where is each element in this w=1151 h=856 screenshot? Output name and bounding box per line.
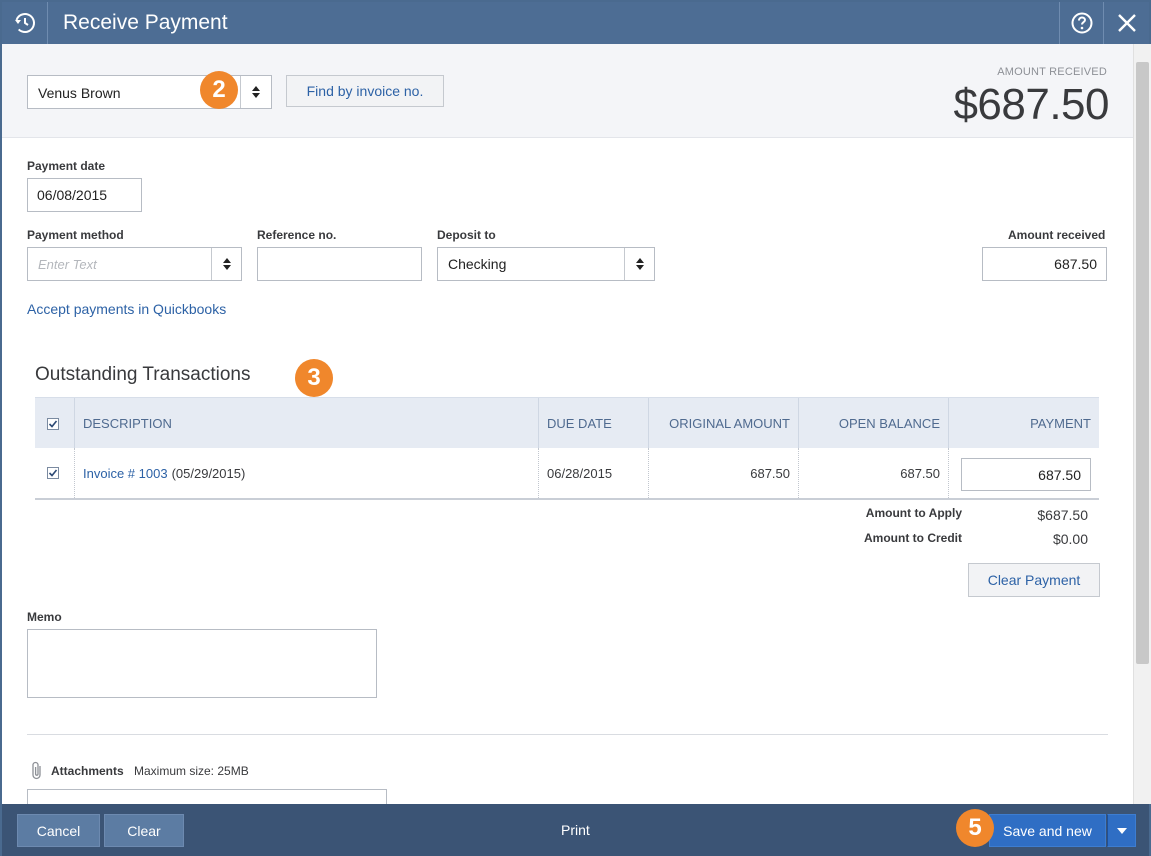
- column-header-open-balance[interactable]: OPEN BALANCE: [799, 398, 940, 449]
- receive-payment-window: Receive Payment Venus Brown Find by invo…: [0, 0, 1151, 856]
- help-icon[interactable]: [1059, 2, 1104, 44]
- payment-method-dropdown[interactable]: Enter Text: [27, 247, 242, 281]
- clear-button[interactable]: Clear: [104, 814, 184, 847]
- updown-arrow-icon[interactable]: [240, 76, 271, 108]
- amount-to-credit-value: $0.00: [1052, 531, 1088, 547]
- save-and-new-button[interactable]: Save and new: [989, 814, 1106, 847]
- invoice-date: (05/29/2015): [171, 465, 246, 481]
- invoice-link[interactable]: Invoice # 1003: [83, 466, 168, 481]
- clear-payment-button[interactable]: Clear Payment: [968, 563, 1100, 597]
- attachments-max-size: Maximum size: 25MB: [134, 764, 249, 778]
- column-divider: [74, 398, 75, 449]
- open-balance-cell: 687.50: [900, 465, 940, 481]
- scroll-thumb[interactable]: [1136, 62, 1149, 664]
- print-button[interactable]: Print: [561, 822, 590, 838]
- step-badge-5: 5: [956, 809, 994, 847]
- window-title: Receive Payment: [63, 11, 228, 34]
- payment-input[interactable]: 687.50: [961, 458, 1091, 491]
- history-icon[interactable]: [2, 2, 48, 44]
- memo-label: Memo: [27, 610, 62, 624]
- column-header-description[interactable]: DESCRIPTION: [83, 398, 172, 449]
- row-checkbox[interactable]: [47, 448, 61, 498]
- column-header-due-date[interactable]: DUE DATE: [547, 398, 612, 449]
- updown-arrow-icon[interactable]: [211, 248, 241, 280]
- amount-received-field-label: Amount received: [1008, 228, 1106, 242]
- step-badge-2: 2: [200, 71, 238, 109]
- amount-to-apply-label: Amount to Apply: [865, 506, 962, 520]
- due-date-cell: 06/28/2015: [547, 465, 613, 481]
- payment-date-label: Payment date: [27, 159, 106, 173]
- payment-date-input[interactable]: 06/08/2015: [27, 178, 142, 212]
- amount-to-apply-value: $687.50: [1037, 507, 1088, 523]
- payment-method-label: Payment method: [27, 228, 124, 242]
- vertical-scrollbar[interactable]: [1133, 44, 1151, 804]
- column-divider: [74, 448, 75, 498]
- amount-received-total: $687.50: [953, 80, 1109, 129]
- select-all-checkbox[interactable]: [47, 398, 61, 449]
- caret-down-icon: [1116, 827, 1127, 834]
- column-divider: [538, 448, 539, 498]
- table-row: Invoice # 1003 (05/29/2015) 06/28/2015 6…: [35, 448, 1099, 500]
- outstanding-transactions-title: Outstanding Transactions: [35, 364, 251, 385]
- attachments-label: Attachments: [51, 764, 124, 778]
- accept-payments-link[interactable]: Accept payments in Quickbooks: [27, 301, 226, 317]
- updown-arrow-icon[interactable]: [624, 248, 654, 280]
- deposit-to-value: Checking: [448, 256, 507, 272]
- close-icon[interactable]: [1105, 2, 1149, 44]
- save-options-dropdown[interactable]: [1107, 814, 1136, 847]
- amount-to-credit-label: Amount to Credit: [864, 531, 962, 545]
- reference-label: Reference no.: [257, 228, 337, 242]
- table-header: DESCRIPTION DUE DATE ORIGINAL AMOUNT OPE…: [35, 397, 1099, 449]
- amount-received-input[interactable]: 687.50: [982, 247, 1107, 281]
- payment-method-placeholder: Enter Text: [38, 257, 97, 272]
- memo-textarea[interactable]: [27, 629, 377, 698]
- description-cell: Invoice # 1003 (05/29/2015): [83, 448, 245, 498]
- amount-received-label: AMOUNT RECEIVED: [997, 66, 1107, 78]
- column-header-payment[interactable]: PAYMENT: [949, 398, 1091, 449]
- original-amount-cell: 687.50: [750, 465, 790, 481]
- column-divider: [948, 448, 949, 498]
- section-divider: [27, 734, 1108, 735]
- column-header-original-amount[interactable]: ORIGINAL AMOUNT: [649, 398, 790, 449]
- column-divider: [538, 398, 539, 449]
- find-by-invoice-button[interactable]: Find by invoice no.: [286, 75, 444, 107]
- customer-header: Venus Brown Find by invoice no. AMOUNT R…: [2, 44, 1133, 138]
- step-badge-3: 3: [295, 359, 333, 397]
- title-bar: Receive Payment: [2, 2, 1149, 44]
- checkmark-icon: [47, 417, 59, 430]
- customer-value: Venus Brown: [38, 85, 121, 101]
- deposit-to-label: Deposit to: [437, 228, 496, 242]
- checkmark-icon: [47, 467, 59, 479]
- cancel-button[interactable]: Cancel: [17, 814, 100, 847]
- paperclip-icon: [29, 760, 45, 787]
- deposit-to-dropdown[interactable]: Checking: [437, 247, 655, 281]
- reference-input[interactable]: [257, 247, 422, 281]
